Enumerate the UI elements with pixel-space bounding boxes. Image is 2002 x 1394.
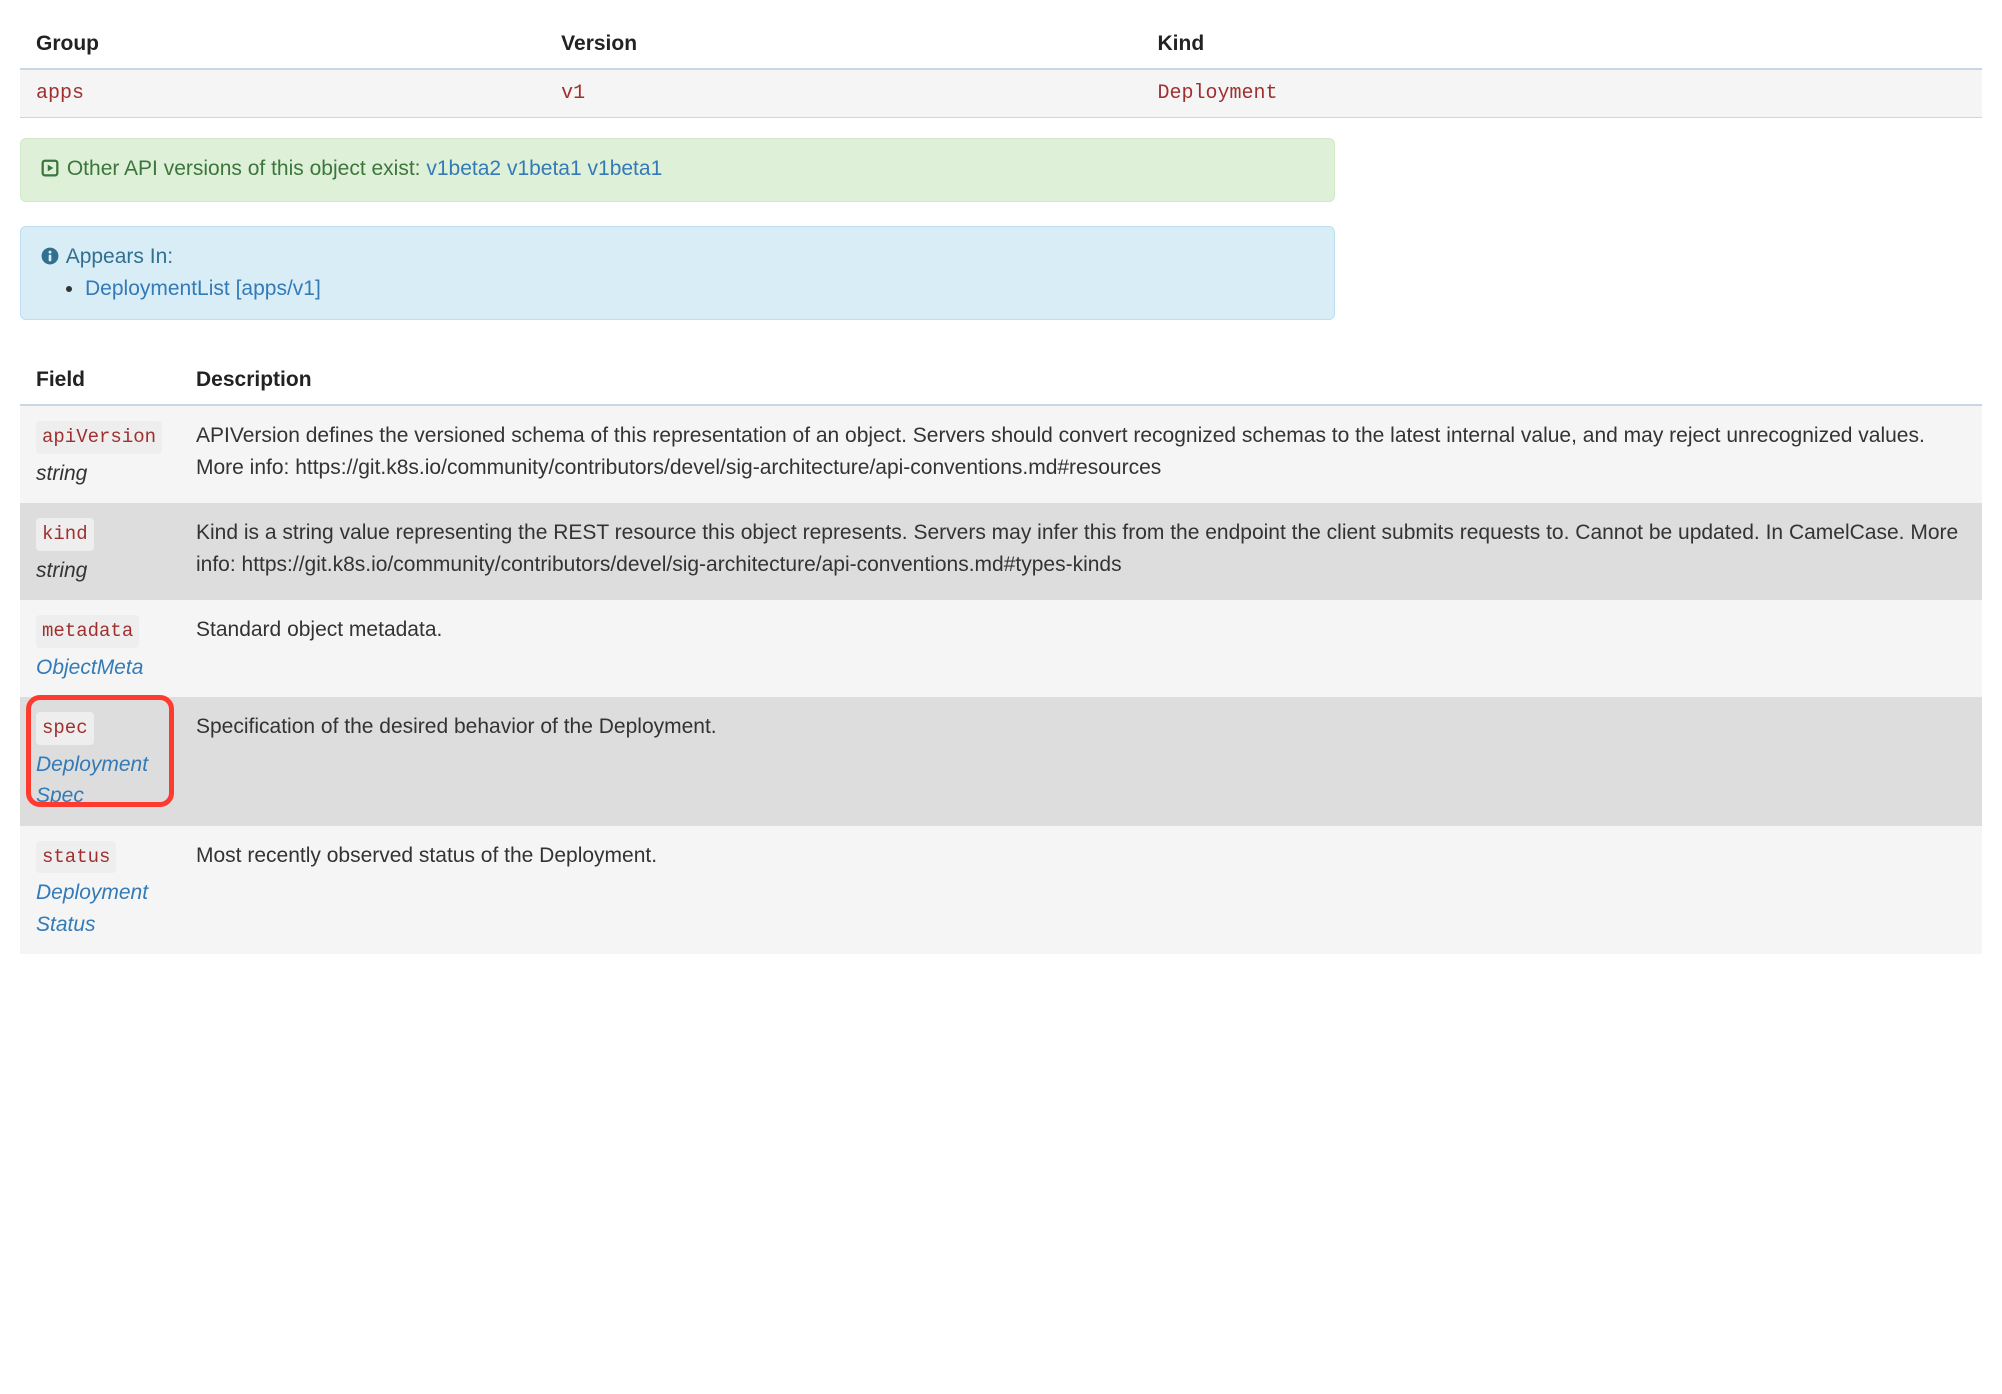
field-name: metadata [36, 615, 139, 648]
play-square-icon [41, 159, 59, 183]
field-cell: apiVersion string [20, 405, 180, 503]
version-link[interactable]: v1beta2 [426, 157, 501, 180]
field-description: Specification of the desired behavior of… [180, 697, 1982, 826]
field-name: apiVersion [36, 421, 162, 454]
gvk-value-version: v1 [545, 69, 1141, 118]
gvk-header-kind: Kind [1142, 20, 1982, 69]
field-type: string [36, 555, 164, 587]
field-type-link[interactable]: Deployment Spec [36, 749, 164, 812]
field-description: Kind is a string value representing the … [180, 503, 1982, 600]
appears-in-label: Appears In: [66, 245, 173, 268]
field-cell: statusDeployment Status [20, 826, 180, 955]
table-row: metadata ObjectMeta Standard object metada… [20, 600, 1982, 697]
gvk-value-group: apps [20, 69, 545, 118]
table-row: statusDeployment StatusMost recently obs… [20, 826, 1982, 955]
field-cell: metadata ObjectMeta [20, 600, 180, 697]
field-cell: spec Deployment Spec [20, 697, 180, 826]
appears-in-alert: Appears In: DeploymentList [apps/v1] [20, 226, 1335, 320]
field-name: spec [36, 712, 94, 745]
gvk-table: Group Version Kind apps v1 Deployment [20, 20, 1982, 118]
field-cell: kind string [20, 503, 180, 600]
info-circle-icon [41, 247, 59, 271]
fields-header-field: Field [20, 356, 180, 405]
appears-in-item[interactable]: DeploymentList [apps/v1] [85, 277, 321, 300]
field-description: Most recently observed status of the Dep… [180, 826, 1982, 955]
fields-table: Field Description apiVersion string APIVer… [20, 356, 1982, 954]
field-type-link[interactable]: Deployment Status [36, 877, 164, 940]
table-row: kind string Kind is a string value represe… [20, 503, 1982, 600]
field-type-link[interactable]: ObjectMeta [36, 652, 164, 684]
field-name: kind [36, 518, 94, 551]
version-link[interactable]: v1beta1 [588, 157, 663, 180]
other-versions-alert: Other API versions of this object exist:… [20, 138, 1335, 202]
field-description: Standard object metadata. [180, 600, 1982, 697]
other-versions-label: Other API versions of this object exist: [67, 157, 421, 180]
gvk-header-group: Group [20, 20, 545, 69]
field-description: APIVersion defines the versioned schema … [180, 405, 1982, 503]
field-name: status [36, 841, 116, 874]
field-type: string [36, 458, 164, 490]
version-link[interactable]: v1beta1 [507, 157, 582, 180]
table-row: apiVersion string APIVersion defines the v… [20, 405, 1982, 503]
gvk-header-version: Version [545, 20, 1141, 69]
table-row: spec Deployment Spec Specification of the … [20, 697, 1982, 826]
gvk-value-kind: Deployment [1142, 69, 1982, 118]
fields-header-description: Description [180, 356, 1982, 405]
